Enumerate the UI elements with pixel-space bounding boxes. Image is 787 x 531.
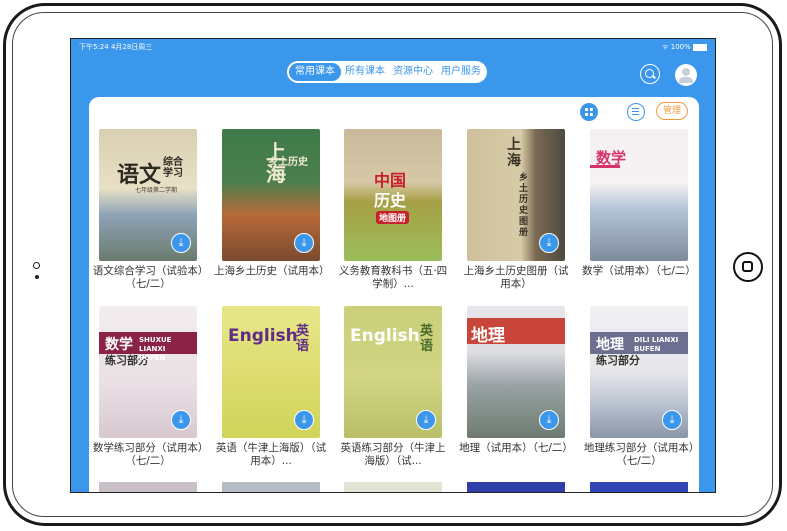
download-icon[interactable] bbox=[171, 410, 191, 430]
book-cover-partial bbox=[99, 482, 197, 492]
tab-user-service[interactable]: 用户服务 bbox=[437, 63, 485, 81]
status-time: 下午5:24 4月28日周三 bbox=[79, 43, 153, 51]
download-icon[interactable] bbox=[539, 233, 559, 253]
book-cover-partial bbox=[467, 482, 565, 492]
tab-common-books[interactable]: 常用课本 bbox=[289, 63, 341, 81]
download-icon[interactable] bbox=[416, 410, 436, 430]
book-title: 语文综合学习（试验本）（七/二） bbox=[92, 265, 204, 290]
book-title: 地理（试用本）（七/二） bbox=[459, 442, 573, 454]
sensor-icon bbox=[35, 275, 39, 279]
book-cover: 上海 乡土历史图册 bbox=[467, 129, 565, 261]
book-cover: English 英语 bbox=[344, 306, 442, 438]
book-title: 地理练习部分（试用本）（七/二） bbox=[583, 442, 695, 467]
avatar[interactable] bbox=[675, 64, 697, 86]
book-title: 英语（牛津上海版）（试用本）... bbox=[215, 442, 327, 467]
book-title: 数学练习部分（试用本）（七/二） bbox=[92, 442, 204, 467]
book-cover-partial bbox=[344, 482, 442, 492]
list-view-icon[interactable] bbox=[627, 103, 645, 121]
book-cover: 上海 乡土历史 bbox=[222, 129, 320, 261]
battery-icon bbox=[693, 43, 707, 51]
status-bar: 下午5:24 4月28日周三 ᯤ 100% bbox=[79, 42, 707, 52]
book-cover: 中国 历史 地图册 bbox=[344, 129, 442, 261]
wifi-icon: ᯤ bbox=[662, 43, 671, 51]
grid-view-icon[interactable] bbox=[580, 103, 598, 121]
home-button[interactable] bbox=[733, 252, 763, 282]
book-title: 上海乡土历史（试用本） bbox=[214, 265, 330, 277]
book-cover: 地理 bbox=[467, 306, 565, 438]
status-battery: ᯤ 100% bbox=[662, 42, 707, 52]
book-cover: 语文 综合学习 七年级第二学期 bbox=[99, 129, 197, 261]
top-tab-bar: 常用课本 所有课本 资源中心 用户服务 bbox=[287, 61, 487, 83]
book-title: 义务教育教科书（五·四学制）... bbox=[338, 265, 448, 290]
camera-icon bbox=[33, 262, 40, 269]
book-title: 数学（试用本）（七/二） bbox=[582, 265, 696, 277]
book-title: 上海乡土历史图册（试用本） bbox=[463, 265, 569, 290]
book-cover: 数学 练习部分 SHUXUE LIANXI BUFEN bbox=[99, 306, 197, 438]
battery-level: 100% bbox=[670, 43, 691, 51]
book-cover: 数学 bbox=[590, 129, 688, 261]
book-cover-partial bbox=[590, 482, 688, 492]
download-icon[interactable] bbox=[294, 233, 314, 253]
download-icon[interactable] bbox=[662, 410, 682, 430]
tab-resource-center[interactable]: 资源中心 bbox=[389, 63, 437, 81]
manage-button[interactable]: 管理 bbox=[656, 102, 688, 120]
book-cover: English 英语 bbox=[222, 306, 320, 438]
download-icon[interactable] bbox=[539, 410, 559, 430]
download-icon[interactable] bbox=[171, 233, 191, 253]
book-title: 英语练习部分（牛津上海版）（试... bbox=[340, 442, 446, 467]
download-icon[interactable] bbox=[294, 410, 314, 430]
tab-all-books[interactable]: 所有课本 bbox=[341, 63, 389, 81]
app-screen: 下午5:24 4月28日周三 ᯤ 100% 常用课本 所有课本 资源中心 用户服… bbox=[70, 38, 716, 493]
book-cover: 地理 练习部分 DILI LIANXI BUFEN bbox=[590, 306, 688, 438]
book-cover-partial bbox=[222, 482, 320, 492]
search-icon[interactable] bbox=[640, 64, 660, 84]
